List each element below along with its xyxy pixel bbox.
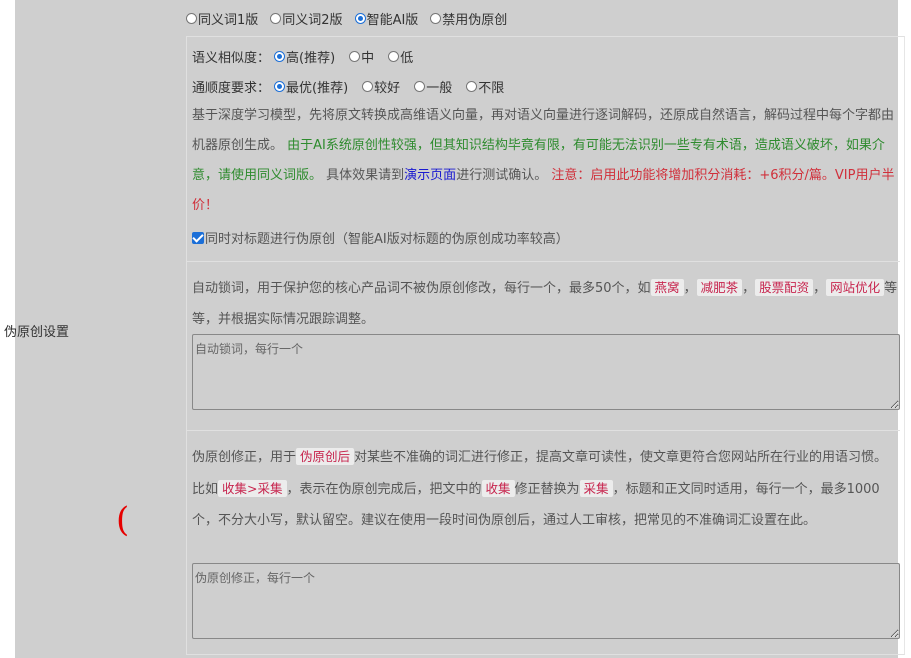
checkbox-checked-icon[interactable] bbox=[192, 231, 204, 244]
red-parenthesis: ( bbox=[116, 500, 130, 540]
fluency-best[interactable]: 最优(推荐) bbox=[274, 77, 348, 96]
row-label: 伪原创设置 bbox=[4, 325, 70, 340]
radio-selected-icon[interactable] bbox=[274, 81, 286, 92]
example-tag: 伪原创后 bbox=[296, 448, 355, 465]
example-tag: 燕窝 bbox=[650, 279, 684, 296]
divider bbox=[186, 261, 900, 262]
example-tag: 采集 bbox=[579, 480, 613, 497]
lock-words-textarea[interactable] bbox=[192, 334, 900, 410]
example-tag: 减肥茶 bbox=[696, 279, 743, 296]
title-rewrite-checkbox-row[interactable]: 同时对标题进行伪原创（智能AI版对标题的伪原创成功率较高） bbox=[192, 228, 569, 247]
fluency-good[interactable]: 较好 bbox=[362, 77, 400, 96]
similarity-row: 语义相似度： 高(推荐) 中 低 bbox=[192, 47, 413, 66]
example-tag: 收集>采集 bbox=[218, 480, 287, 497]
example-tag: 收集 bbox=[481, 480, 515, 497]
fluency-normal[interactable]: 一般 bbox=[414, 77, 452, 96]
similarity-medium[interactable]: 中 bbox=[349, 47, 374, 66]
demo-page-link[interactable]: 演示页面 bbox=[404, 168, 456, 183]
similarity-high[interactable]: 高(推荐) bbox=[274, 47, 335, 66]
mode-radio-group: 同义词1版 同义词2版 智能AI版 禁用伪原创 bbox=[186, 9, 507, 28]
radio-selected-icon[interactable] bbox=[354, 13, 366, 24]
mode-synonym-v1[interactable]: 同义词1版 bbox=[186, 9, 258, 28]
similarity-label: 语义相似度： bbox=[192, 51, 271, 66]
fluency-any[interactable]: 不限 bbox=[466, 77, 504, 96]
example-tag: 股票配资 bbox=[755, 279, 814, 296]
correction-description: 伪原创修正，用于 伪原创后 对某些不准确的词汇进行修正，提高文章可读性，使文章更符合… bbox=[192, 448, 888, 528]
radio-icon[interactable] bbox=[362, 81, 374, 92]
radio-selected-icon[interactable] bbox=[274, 51, 286, 62]
mode-smart-ai[interactable]: 智能AI版 bbox=[354, 9, 418, 28]
radio-icon[interactable] bbox=[388, 51, 400, 62]
radio-icon[interactable] bbox=[466, 81, 478, 92]
radio-icon[interactable] bbox=[270, 13, 282, 24]
mode-disable[interactable]: 禁用伪原创 bbox=[430, 9, 507, 28]
mode-synonym-v2[interactable]: 同义词2版 bbox=[270, 9, 343, 28]
divider bbox=[186, 430, 900, 431]
radio-icon[interactable] bbox=[349, 51, 361, 62]
lock-words-description: 自动锁词，用于保护您的核心产品词不被伪原创修改，每行一个，最多50个，如 燕窝，减… bbox=[192, 279, 898, 327]
fluency-label: 通顺度要求： bbox=[192, 81, 271, 96]
ai-description: 基于深度学习模型，先将原文转换成高维语义向量，再对语义向量进行逐词解码，还原成自… bbox=[192, 108, 895, 213]
similarity-low[interactable]: 低 bbox=[388, 47, 413, 66]
fluency-row: 通顺度要求： 最优(推荐) 较好 一般 不限 bbox=[192, 77, 504, 96]
correction-textarea[interactable] bbox=[192, 563, 900, 639]
radio-icon[interactable] bbox=[414, 81, 426, 92]
example-tag: 网站优化 bbox=[826, 279, 885, 296]
radio-icon[interactable] bbox=[430, 13, 442, 24]
radio-icon[interactable] bbox=[186, 13, 197, 24]
